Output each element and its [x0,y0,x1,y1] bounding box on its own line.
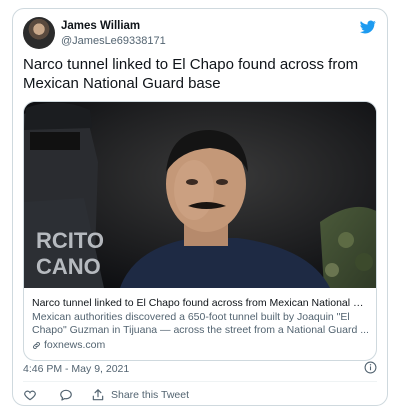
twitter-bird-icon[interactable] [359,19,377,35]
author-handle[interactable]: @JamesLe69338171 [61,35,166,47]
tweet-text: Narco tunnel linked to El Chapo found ac… [23,56,359,92]
share-icon [92,389,104,401]
svg-text:RCITO: RCITO [36,228,104,253]
share-button[interactable]: Share this Tweet [91,388,189,402]
embedded-tweet-card[interactable]: James William @JamesLe69338171 Narco tun… [12,8,388,406]
info-icon[interactable] [364,361,377,374]
like-button[interactable] [23,388,37,402]
heart-icon [24,390,36,401]
tweet-header: James William @JamesLe69338171 [23,17,377,57]
share-label: Share this Tweet [111,389,190,401]
reply-button[interactable] [59,388,73,402]
avatar[interactable] [23,17,55,49]
link-preview-card[interactable]: RCITO CANO Narco tunnel linked to El Cha… [23,101,377,361]
link-preview-image[interactable]: RCITO CANO [24,102,376,288]
link-preview-meta: Narco tunnel linked to El Chapo found ac… [32,296,370,352]
reply-icon [60,389,72,401]
link-description: Mexican authorities discovered a 650-foo… [32,311,369,336]
svg-text:CANO: CANO [36,254,101,279]
divider [23,381,377,382]
link-domain-row: foxnews.com [32,338,370,352]
tweet-actions: Share this Tweet [23,387,189,403]
link-icon [33,341,40,349]
tweet-timestamp[interactable]: 4:46 PM - May 9, 2021 [23,363,129,375]
link-domain: foxnews.com [44,339,106,351]
link-title[interactable]: Narco tunnel linked to El Chapo found ac… [32,296,370,310]
author-name[interactable]: James William [61,20,140,32]
